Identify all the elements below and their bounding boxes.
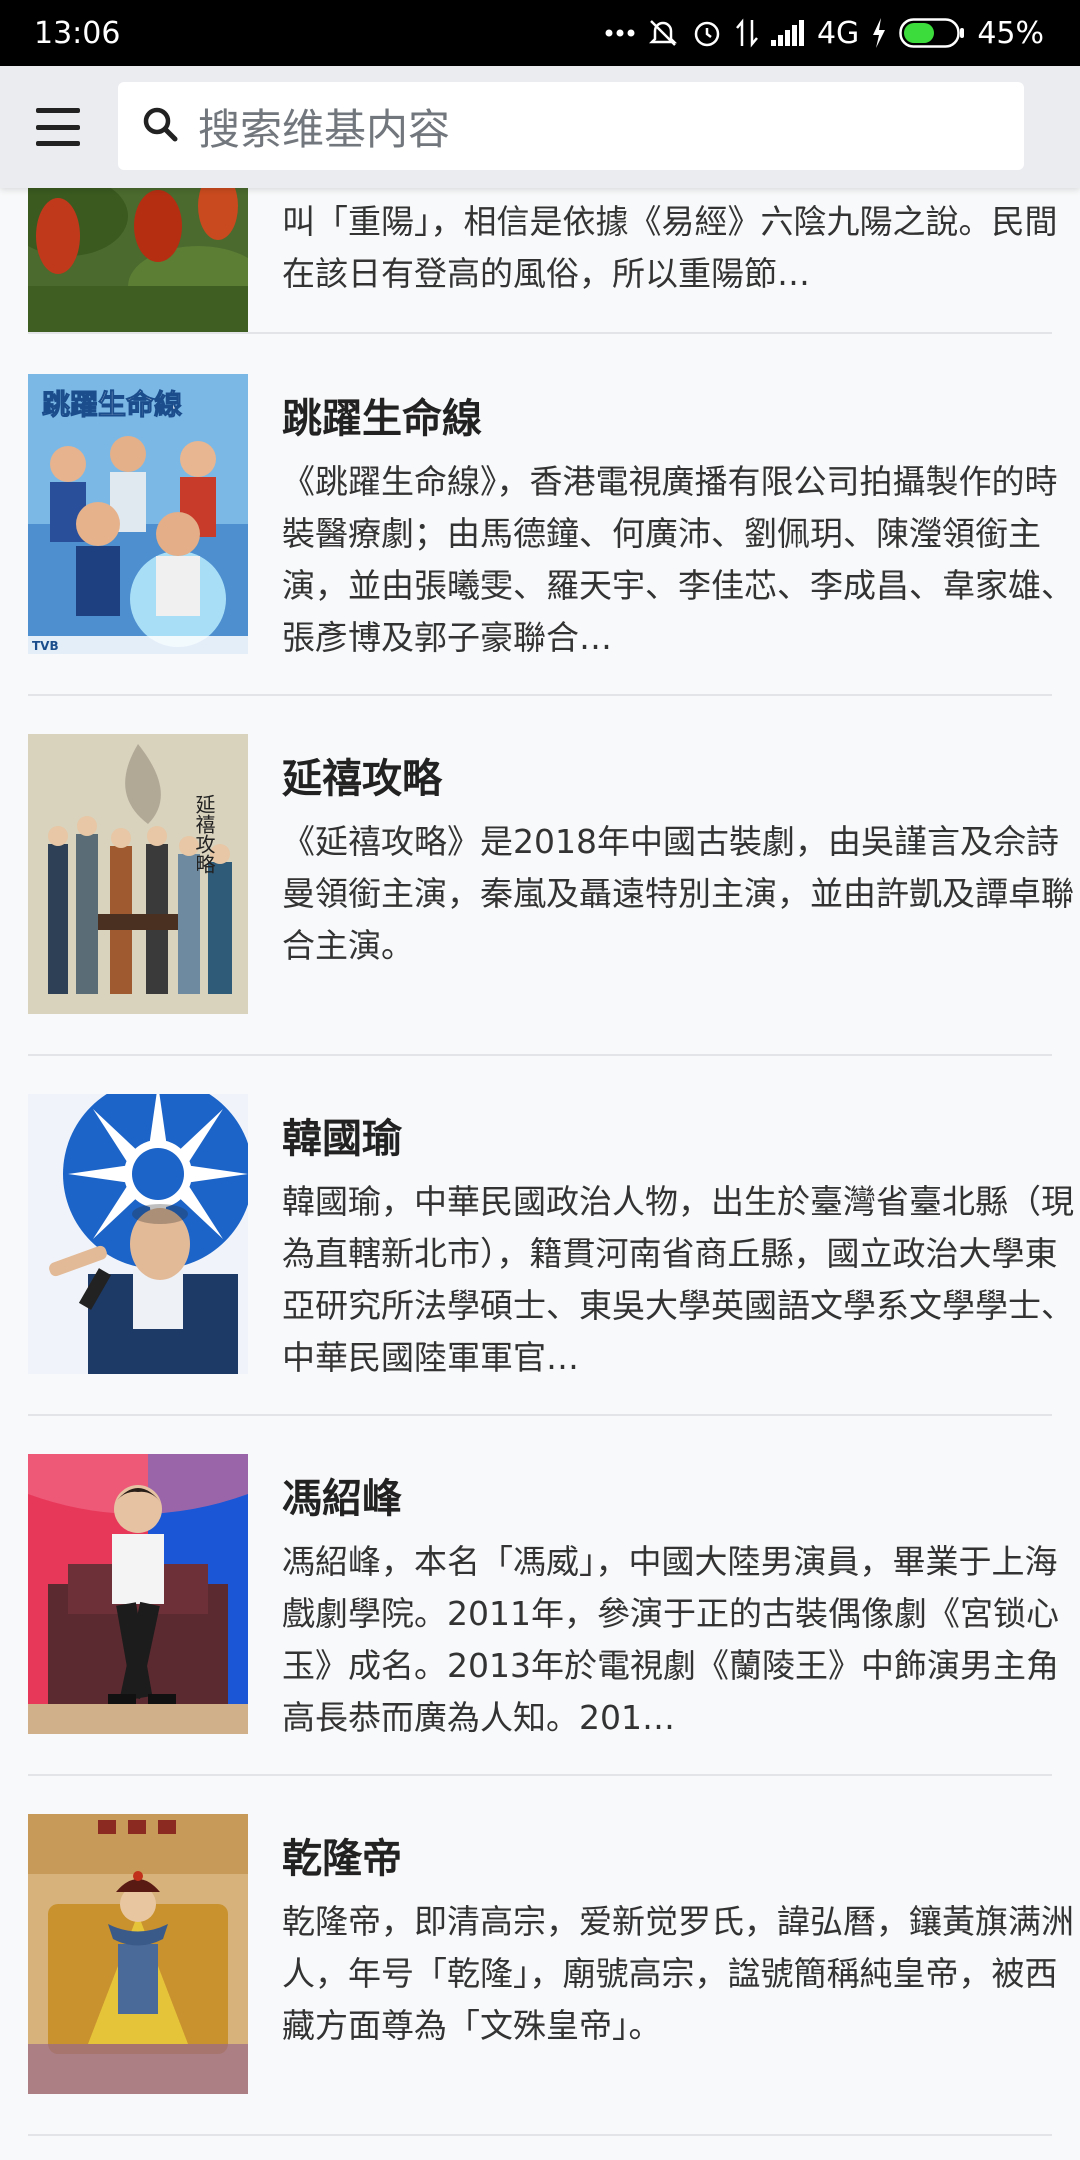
alarm-icon bbox=[691, 17, 723, 49]
result-title: 韓國瑜 bbox=[282, 1116, 402, 1162]
thumbnail bbox=[28, 1454, 248, 1734]
charging-icon bbox=[871, 18, 887, 48]
status-icons: 4G 45% bbox=[605, 16, 1044, 51]
list-item[interactable]: 延禧攻略 延禧攻略 《延禧攻略》是2018年中國古裝劇，由吳謹言及佘詩曼領銜主演… bbox=[28, 734, 1074, 1056]
result-description: 馮紹峰，本名「馮威」，中國大陸男演員，畢業于上海戲劇學院。2011年，參演于正的… bbox=[282, 1542, 1059, 1737]
list-item[interactable]: 叫「重陽」，相信是依據《易經》六陰九陽之說。民間在該日有登高的風俗，所以重陽節… bbox=[28, 136, 1058, 334]
list-item[interactable]: 韓國瑜 韓國瑜，中華民國政治人物，出生於臺灣省臺北縣（現為直轄新北市），籍貫河南… bbox=[28, 1094, 1074, 1416]
result-description: 《跳躍生命線》，香港電視廣播有限公司拍攝製作的時裝醫療劇；由馬德鐘、何廣沛、劉佩… bbox=[282, 462, 1074, 657]
search-icon bbox=[140, 104, 180, 148]
thumbnail: 跳躍生命線 TVB bbox=[28, 374, 248, 654]
data-arrows-icon bbox=[735, 18, 759, 48]
app-bar: 搜索维基内容 bbox=[0, 66, 1080, 188]
result-description: 乾隆帝，即清高宗，爱新觉罗氏，諱弘曆，鑲黃旗满洲人，年号「乾隆」，廟號高宗，諡號… bbox=[282, 1902, 1074, 2045]
result-title: 跳躍生命線 bbox=[282, 396, 482, 442]
thumbnail bbox=[28, 1094, 248, 1374]
status-time: 13:06 bbox=[34, 15, 121, 51]
thumbnail: 延禧攻略 bbox=[28, 734, 248, 1014]
thumbnail bbox=[28, 1814, 248, 2094]
network-type: 4G bbox=[816, 15, 860, 51]
thumbnail-badge: TVB bbox=[32, 639, 59, 653]
list-item[interactable]: 馮紹峰 馮紹峰，本名「馮威」，中國大陸男演員，畢業于上海戲劇學院。2011年，參… bbox=[28, 1454, 1059, 1776]
signal-icon bbox=[770, 20, 805, 46]
list-item[interactable]: 跳躍生命線 TVB 跳躍生命線 《跳躍生命線》，香港電視廣播有限公司拍攝製作的時… bbox=[28, 374, 1074, 696]
more-dots-icon bbox=[605, 28, 635, 38]
list-item[interactable]: 乾隆帝 乾隆帝，即清高宗，爱新觉罗氏，諱弘曆，鑲黃旗满洲人，年号「乾隆」，廟號高… bbox=[28, 1814, 1074, 2136]
search-input[interactable]: 搜索维基内容 bbox=[118, 82, 1024, 170]
thumbnail-title: 跳躍生命線 bbox=[42, 388, 182, 421]
mute-icon bbox=[647, 17, 679, 49]
result-title: 延禧攻略 bbox=[282, 756, 442, 802]
status-bar: 13:06 4G 45% bbox=[0, 0, 1080, 66]
result-title: 馮紹峰 bbox=[282, 1476, 402, 1522]
result-description: 叫「重陽」，相信是依據《易經》六陰九陽之說。民間在該日有登高的風俗，所以重陽節… bbox=[282, 202, 1058, 293]
battery-level: 45% bbox=[977, 15, 1044, 51]
result-description: 《延禧攻略》是2018年中國古裝劇，由吳謹言及佘詩曼領銜主演，秦嵐及聶遠特別主演… bbox=[282, 822, 1074, 965]
search-placeholder: 搜索维基内容 bbox=[198, 104, 451, 154]
result-title: 乾隆帝 bbox=[282, 1836, 402, 1882]
result-description: 韓國瑜，中華民國政治人物，出生於臺灣省臺北縣（現為直轄新北市），籍貫河南省商丘縣… bbox=[282, 1182, 1074, 1377]
battery-icon bbox=[899, 18, 965, 48]
menu-icon[interactable] bbox=[30, 102, 86, 152]
thumbnail-calligraphy: 延禧攻略 bbox=[192, 794, 216, 874]
